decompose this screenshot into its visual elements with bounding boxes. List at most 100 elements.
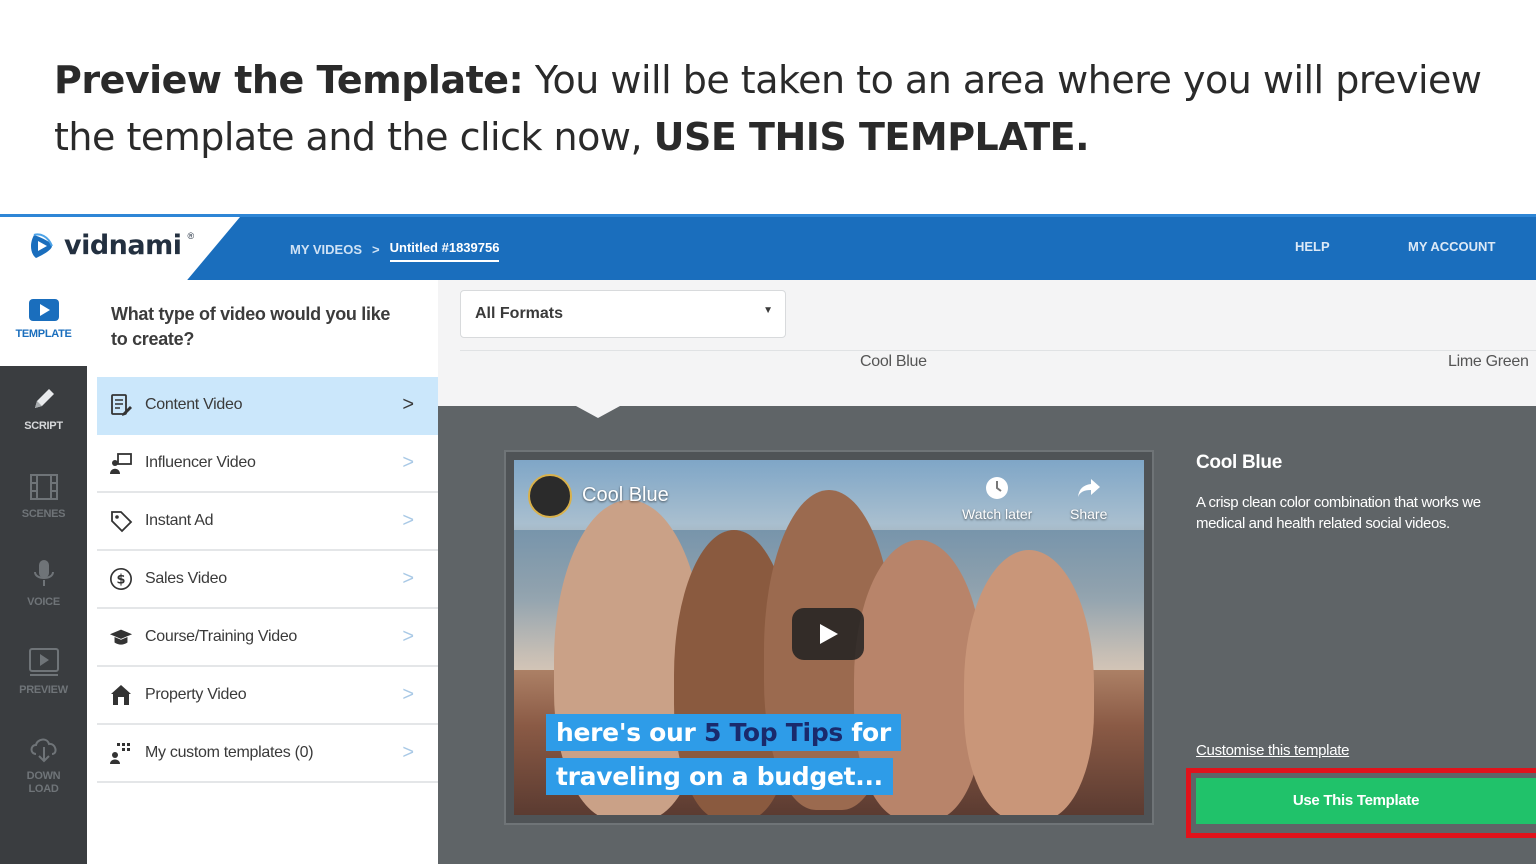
use-this-template-button[interactable]: Use This Template <box>1196 778 1536 824</box>
rail-label-voice: VOICE <box>27 596 60 608</box>
template-option-lime-green[interactable]: Lime Green <box>1448 353 1529 371</box>
caret-down-icon: ▼ <box>763 305 773 316</box>
rail-item-voice[interactable]: VOICE <box>0 558 87 609</box>
vidnami-app-window: vidnami ® MY VIDEOS > Untitled #1839756 … <box>0 214 1536 864</box>
formats-selected-value: All Formats <box>475 305 564 322</box>
formats-dropdown[interactable]: All Formats ▼ <box>460 290 786 338</box>
selection-pointer <box>576 406 620 418</box>
category-label: My custom templates (0) <box>145 744 314 761</box>
watch-later-label: Watch later <box>962 506 1033 522</box>
top-nav-bar: vidnami ® MY VIDEOS > Untitled #1839756 … <box>0 214 1536 280</box>
description-line-1: A crisp clean color combination that wor… <box>1196 494 1481 511</box>
tag-icon <box>109 509 133 533</box>
template-detail-description: A crisp clean color combination that wor… <box>1196 492 1536 534</box>
rail-label-scenes: SCENES <box>21 508 66 520</box>
template-detail-title: Cool Blue <box>1196 452 1282 473</box>
breadcrumb: MY VIDEOS > Untitled #1839756 <box>290 238 500 262</box>
rail-item-template[interactable]: TEMPLATE <box>0 298 87 341</box>
chevron-right-icon: > <box>402 567 414 590</box>
breadcrumb-separator: > <box>372 241 380 257</box>
rail-label-script: SCRIPT <box>24 420 63 432</box>
watch-later-button[interactable]: Watch later <box>962 476 1032 522</box>
house-icon <box>109 683 133 707</box>
play-button[interactable] <box>792 608 864 660</box>
share-label: Share <box>1070 506 1108 522</box>
help-link[interactable]: HELP <box>1295 239 1330 254</box>
video-player[interactable]: Cool Blue Watch later Share here's our 5… <box>514 460 1144 815</box>
category-label: Course/Training Video <box>145 628 298 645</box>
caption-bold-tail: USE THIS TEMPLATE. <box>653 115 1090 159</box>
template-option-cool-blue[interactable]: Cool Blue <box>860 353 927 371</box>
video-play-icon <box>28 299 59 321</box>
category-instant-ad[interactable]: Instant Ad > <box>97 493 438 551</box>
template-preview-area: All Formats ▼ Cool Blue Lime Green Cool … <box>438 280 1536 864</box>
video-caption-line-2: traveling on a budget... <box>546 758 893 795</box>
grad-cap-icon <box>109 625 133 649</box>
video-person-5 <box>964 550 1094 815</box>
dollar-icon: $ <box>109 567 133 591</box>
category-label: Sales Video <box>145 570 227 587</box>
share-button[interactable]: Share <box>1070 476 1107 522</box>
channel-avatar[interactable] <box>528 474 572 518</box>
band-divider <box>460 350 1536 351</box>
category-label: Content Video <box>145 396 243 413</box>
instruction-caption: Preview the Template: You will be taken … <box>54 52 1494 166</box>
play-icon <box>820 624 838 644</box>
category-influencer-video[interactable]: Influencer Video > <box>97 435 438 493</box>
rail-label-download-2: LOAD <box>28 783 59 795</box>
microphone-icon <box>33 560 54 586</box>
caption-bold-lead: Preview the Template: <box>54 58 524 102</box>
video-type-list: Content Video > Influencer Video > Insta… <box>97 377 438 783</box>
video-caption-line-1: here's our 5 Top Tips for <box>546 714 901 751</box>
rail-label-preview: PREVIEW <box>19 684 68 696</box>
breadcrumb-current-video[interactable]: Untitled #1839756 <box>389 240 500 262</box>
svg-text:$: $ <box>117 573 126 588</box>
rail-item-preview[interactable]: PREVIEW <box>0 646 87 697</box>
video-player-frame: Cool Blue Watch later Share here's our 5… <box>504 450 1154 825</box>
category-sales-video[interactable]: $ Sales Video > <box>97 551 438 609</box>
logo-text: vidnami <box>64 230 182 261</box>
pencil-icon <box>34 389 54 408</box>
video-type-question: What type of video would you like to cre… <box>111 304 391 349</box>
chevron-right-icon: > <box>402 509 414 532</box>
rail-label-template: TEMPLATE <box>15 328 72 340</box>
category-label: Property Video <box>145 686 247 703</box>
chevron-right-icon: > <box>402 741 414 764</box>
category-property-video[interactable]: Property Video > <box>97 667 438 725</box>
step-rail: TEMPLATE SCRIPT SCENES VOICE PREVIEW DOW… <box>0 280 87 864</box>
rail-item-download[interactable]: DOWN LOAD <box>0 734 87 796</box>
chevron-right-icon: > <box>402 625 414 648</box>
rail-item-scenes[interactable]: SCENES <box>0 472 87 521</box>
chevron-right-icon: > <box>402 683 414 706</box>
clock-icon <box>986 477 1009 499</box>
category-course-training-video[interactable]: Course/Training Video > <box>97 609 438 667</box>
caption-line1-highlight: 5 Top Tips <box>703 718 843 747</box>
my-account-link[interactable]: MY ACCOUNT <box>1408 239 1495 254</box>
preview-screen-icon <box>28 648 59 676</box>
content-doc-icon <box>109 393 133 417</box>
video-title[interactable]: Cool Blue <box>582 484 669 507</box>
rail-label-download-1: DOWN <box>26 770 61 782</box>
presenter-icon <box>109 451 133 475</box>
chevron-right-icon: > <box>402 393 414 416</box>
breadcrumb-my-videos[interactable]: MY VIDEOS <box>290 242 362 257</box>
rail-label-download: DOWN LOAD <box>0 770 87 796</box>
caption-line1-part-c: for <box>843 718 891 747</box>
rail-item-script[interactable]: SCRIPT <box>0 384 87 433</box>
category-custom-templates[interactable]: My custom templates (0) > <box>97 725 438 783</box>
vidnami-logo[interactable]: vidnami ® <box>28 230 194 261</box>
category-content-video[interactable]: Content Video > <box>97 377 438 435</box>
top-accent-line <box>0 214 1536 217</box>
description-line-2: medical and health related social videos… <box>1196 515 1450 532</box>
category-label: Instant Ad <box>145 512 214 529</box>
chevron-right-icon: > <box>402 451 414 474</box>
category-label: Influencer Video <box>145 454 256 471</box>
customise-template-link[interactable]: Customise this template <box>1196 742 1349 759</box>
vidnami-logo-icon <box>31 232 53 258</box>
logo-registered-mark: ® <box>187 230 195 241</box>
video-type-panel: What type of video would you like to cre… <box>87 280 438 864</box>
formats-band: All Formats ▼ Cool Blue Lime Green <box>438 280 1536 406</box>
custom-templates-icon <box>109 741 133 765</box>
film-strip-icon <box>29 474 58 500</box>
share-arrow-icon <box>1077 479 1100 497</box>
